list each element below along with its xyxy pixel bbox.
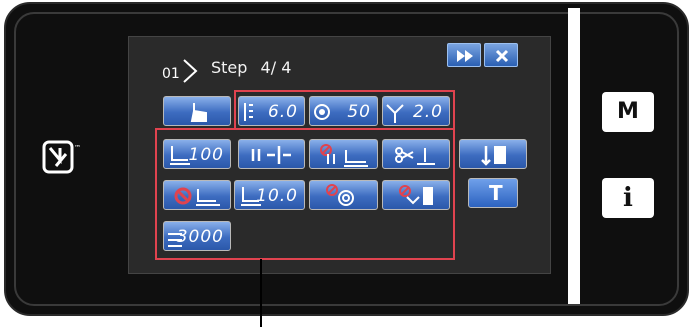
edge-guide-button[interactable] bbox=[459, 139, 527, 169]
t-button[interactable]: T bbox=[468, 178, 518, 208]
callout-line bbox=[260, 259, 262, 327]
fast-forward-button[interactable] bbox=[447, 43, 481, 67]
hand-touch-button[interactable] bbox=[163, 96, 231, 126]
info-button[interactable]: i bbox=[602, 178, 654, 218]
close-button[interactable] bbox=[484, 43, 518, 67]
step-indicator: Step 4/ 4 bbox=[211, 58, 291, 77]
panel-divider bbox=[568, 8, 580, 304]
step-label: Step bbox=[211, 58, 248, 77]
hand-pointer-icon bbox=[190, 103, 207, 122]
step-icon-label: 01 bbox=[162, 66, 180, 82]
fast-forward-icon bbox=[457, 50, 473, 62]
m-button[interactable]: M bbox=[602, 92, 654, 132]
nfc-logo-icon: ™ bbox=[42, 140, 81, 174]
highlight-frame-top bbox=[234, 90, 455, 130]
edge-guide-icon bbox=[481, 146, 506, 166]
step-value: 4/ 4 bbox=[260, 58, 292, 77]
step-diamond-icon: 01 bbox=[162, 59, 198, 83]
svg-text:™: ™ bbox=[74, 144, 81, 152]
close-icon bbox=[495, 49, 509, 63]
highlight-frame-main bbox=[155, 128, 455, 260]
t-button-label: T bbox=[489, 181, 504, 205]
